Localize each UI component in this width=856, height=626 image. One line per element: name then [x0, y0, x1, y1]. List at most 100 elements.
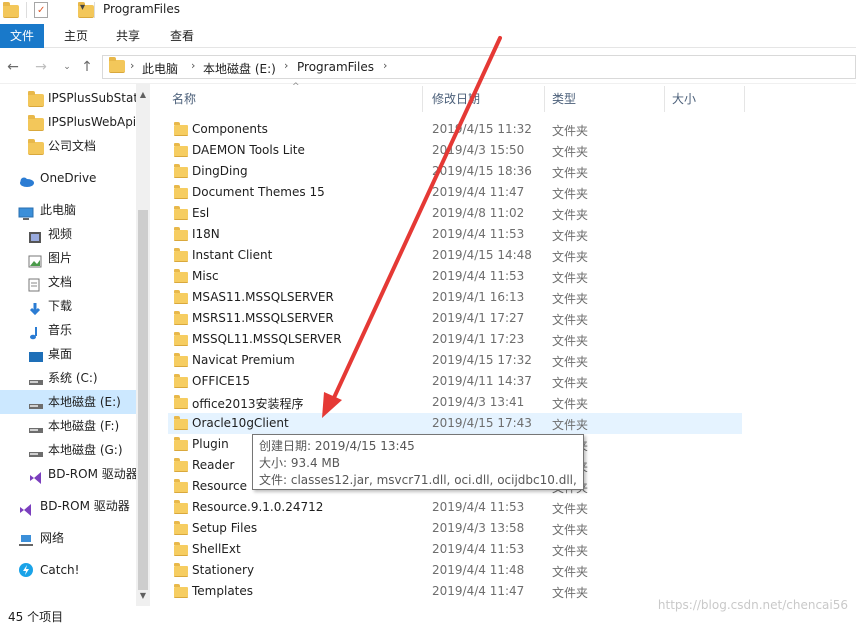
scroll-down-arrow-icon[interactable]: ▼ — [136, 589, 150, 603]
sidebar-item[interactable]: 音乐 — [0, 318, 136, 342]
breadcrumb-separator-icon[interactable]: › — [284, 59, 288, 72]
file-row[interactable]: Templates 2019/4/4 11:47 文件夹 — [168, 581, 742, 602]
column-divider[interactable] — [744, 86, 745, 112]
sidebar-item-label: 本地磁盘 (G:) — [48, 443, 123, 457]
sidebar-item[interactable]: OneDrive — [0, 166, 136, 190]
file-name: Navicat Premium — [192, 353, 295, 367]
sidebar-item-label: 下载 — [48, 299, 73, 313]
breadcrumb-separator-icon[interactable]: › — [130, 59, 134, 72]
tab-file[interactable]: 文件 — [0, 24, 44, 48]
sidebar-item[interactable]: Catch! — [0, 558, 136, 582]
file-row[interactable]: DAEMON Tools Lite 2019/4/3 15:50 文件夹 — [168, 140, 742, 161]
folder-icon — [174, 416, 188, 430]
column-header-date[interactable]: 修改日期 — [432, 84, 480, 112]
file-row[interactable]: Oracle10gClient 2019/4/15 17:43 文件夹 — [168, 413, 742, 434]
sidebar-scrollbar-thumb[interactable] — [138, 210, 148, 590]
sidebar-item[interactable]: 视频 — [0, 222, 136, 246]
folder-icon — [174, 521, 188, 535]
file-row[interactable]: Stationery 2019/4/4 11:48 文件夹 — [168, 560, 742, 581]
file-name: Oracle10gClient — [192, 416, 289, 430]
breadcrumb-separator-icon[interactable]: › — [383, 59, 387, 72]
sidebar-item[interactable]: IPSPlusSubStat — [0, 86, 136, 110]
tab-home[interactable]: 主页 — [52, 24, 100, 48]
sidebar-item[interactable]: BD-ROM 驱动器 — [0, 494, 136, 518]
file-name: Esl — [192, 206, 210, 220]
file-name: Setup Files — [192, 521, 258, 535]
file-type: 文件夹 — [552, 418, 589, 432]
column-header-type[interactable]: 类型 — [552, 84, 576, 112]
file-modified-date: 2019/4/15 17:43 — [432, 416, 532, 430]
folder-icon — [174, 248, 188, 262]
file-row[interactable]: office2013安装程序 2019/4/3 13:41 文件夹 — [168, 392, 742, 413]
file-row[interactable]: Instant Client 2019/4/15 14:48 文件夹 — [168, 245, 742, 266]
up-arrow-icon[interactable]: ↑ — [78, 58, 96, 76]
breadcrumb-programfiles[interactable]: ProgramFiles — [297, 60, 374, 74]
file-row[interactable]: Components 2019/4/15 11:32 文件夹 — [168, 119, 742, 140]
file-row[interactable]: MSRS11.MSSQLSERVER 2019/4/1 17:27 文件夹 — [168, 308, 742, 329]
sidebar-item[interactable]: 本地磁盘 (E:) — [0, 390, 136, 414]
folder-icon — [174, 164, 188, 178]
file-modified-date: 2019/4/4 11:47 — [432, 584, 525, 598]
drive-icon — [28, 444, 44, 457]
folder-icon — [28, 139, 44, 155]
tab-view[interactable]: 查看 — [158, 24, 206, 48]
file-list: ^ 名称 修改日期 类型 大小 Components 2019/4/15 11:3… — [150, 82, 856, 606]
file-row[interactable]: ShellExt 2019/4/4 11:53 文件夹 — [168, 539, 742, 560]
quick-access-dropdown-icon[interactable]: ▾ — [80, 2, 85, 13]
sidebar-item-label: Catch! — [40, 563, 80, 577]
column-header-name[interactable]: 名称 — [172, 84, 196, 112]
properties-icon[interactable]: ✓ — [34, 2, 48, 18]
back-arrow-icon[interactable]: ← — [4, 58, 22, 76]
file-row[interactable]: Document Themes 15 2019/4/4 11:47 文件夹 — [168, 182, 742, 203]
sidebar-item[interactable]: 本地磁盘 (F:) — [0, 414, 136, 438]
column-header-size[interactable]: 大小 — [672, 84, 696, 112]
breadcrumb-drive-e[interactable]: 本地磁盘 (E:) — [203, 60, 276, 77]
file-row[interactable]: Esl 2019/4/8 11:02 文件夹 — [168, 203, 742, 224]
file-row[interactable]: Navicat Premium 2019/4/15 17:32 文件夹 — [168, 350, 742, 371]
sidebar-item[interactable]: 本地磁盘 (G:) — [0, 438, 136, 462]
sidebar-item-label: IPSPlusWebApi — [48, 115, 136, 129]
sidebar-item-label: OneDrive — [40, 171, 97, 185]
sidebar-item[interactable]: 下载 — [0, 294, 136, 318]
file-name: Stationery — [192, 563, 255, 577]
sidebar-item[interactable]: 此电脑 — [0, 198, 136, 222]
file-name: MSAS11.MSSQLSERVER — [192, 290, 334, 304]
sidebar-item[interactable]: 公司文档 — [0, 134, 136, 158]
address-bar[interactable]: › 此电脑 › 本地磁盘 (E:) › ProgramFiles › — [102, 55, 856, 79]
file-row[interactable]: MSAS11.MSSQLSERVER 2019/4/1 16:13 文件夹 — [168, 287, 742, 308]
file-name: ShellExt — [192, 542, 241, 556]
column-divider[interactable] — [664, 86, 665, 112]
sidebar-item[interactable]: 系统 (C:) — [0, 366, 136, 390]
breadcrumb-this-pc[interactable]: 此电脑 — [142, 60, 178, 77]
picture-icon — [28, 252, 44, 268]
drive-icon — [28, 372, 44, 385]
file-row[interactable]: OFFICE15 2019/4/11 14:37 文件夹 — [168, 371, 742, 392]
document-icon — [28, 276, 44, 292]
file-row[interactable]: MSSQL11.MSSQLSERVER 2019/4/1 17:23 文件夹 — [168, 329, 742, 350]
file-row[interactable]: DingDing 2019/4/15 18:36 文件夹 — [168, 161, 742, 182]
file-type: 文件夹 — [552, 565, 589, 579]
forward-arrow-icon[interactable]: → — [32, 58, 50, 76]
file-row[interactable]: Misc 2019/4/4 11:53 文件夹 — [168, 266, 742, 287]
sidebar-item[interactable]: IPSPlusWebApi — [0, 110, 136, 134]
file-row[interactable]: Setup Files 2019/4/3 13:58 文件夹 — [168, 518, 742, 539]
column-divider[interactable] — [422, 86, 423, 112]
file-type: 文件夹 — [552, 166, 589, 180]
recent-locations-chevron-icon[interactable]: ⌄ — [58, 58, 76, 76]
sidebar-item[interactable]: 文档 — [0, 270, 136, 294]
sidebar-item[interactable]: 网络 — [0, 526, 136, 550]
sidebar-item[interactable]: BD-ROM 驱动器 — [0, 462, 136, 486]
sidebar-item[interactable]: 图片 — [0, 246, 136, 270]
file-type: 文件夹 — [552, 355, 589, 369]
drive-icon — [28, 396, 44, 409]
sidebar-item[interactable]: 桌面 — [0, 342, 136, 366]
divider — [94, 2, 95, 18]
file-row[interactable]: Resource.9.1.0.24712 2019/4/4 11:53 文件夹 — [168, 497, 742, 518]
sidebar-item-label: 图片 — [48, 251, 73, 265]
file-row[interactable]: I18N 2019/4/4 11:53 文件夹 — [168, 224, 742, 245]
breadcrumb-separator-icon[interactable]: › — [191, 59, 195, 72]
column-divider[interactable] — [544, 86, 545, 112]
tab-share[interactable]: 共享 — [104, 24, 152, 48]
scroll-up-arrow-icon[interactable]: ▲ — [136, 88, 150, 102]
file-name: OFFICE15 — [192, 374, 251, 388]
